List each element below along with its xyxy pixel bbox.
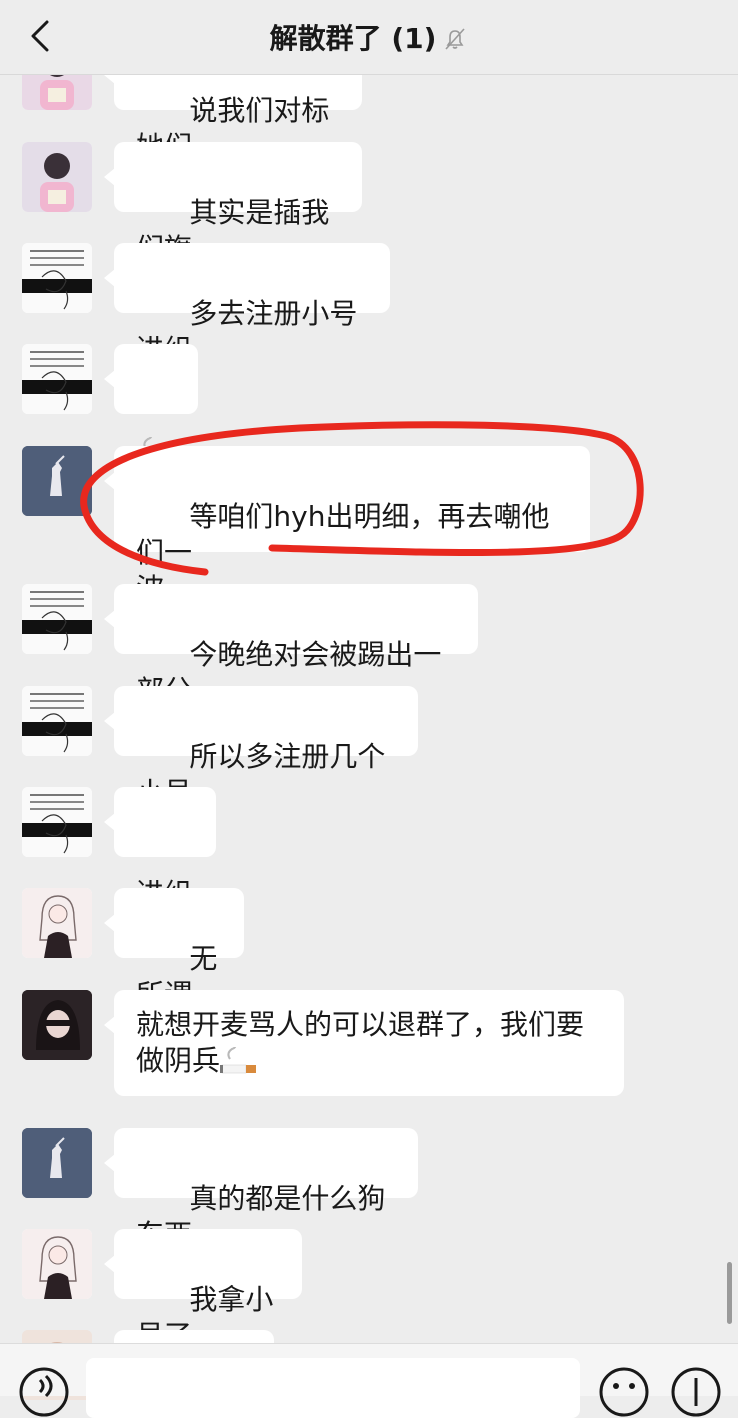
message-bubble[interactable]: 其实是插我们旗 [104, 142, 362, 265]
avatar[interactable] [22, 1128, 92, 1198]
message-bubble-highlighted[interactable]: 等咱们hyh出明细，再去嘲他们一 波， [104, 446, 590, 605]
avatar-sketch-girl-icon [22, 888, 92, 958]
avatar[interactable] [22, 1229, 92, 1299]
bell-off-icon [445, 28, 466, 50]
page-title: 解散群了 (1) [269, 22, 437, 55]
avatar-shes-someones-text-icon [22, 686, 92, 756]
avatar[interactable] [22, 686, 92, 756]
cigarette-emoji-icon [220, 1047, 257, 1074]
avatar-shes-someones-text-icon [22, 787, 92, 857]
avatar-dark-blue-figure-icon [22, 446, 92, 516]
message-bubble[interactable]: 无所谓 [104, 888, 244, 1011]
message-bubble[interactable]: 就想开麦骂人的可以退群了，我们要 做阴兵 [104, 990, 624, 1096]
smiley-icon[interactable] [598, 1366, 650, 1418]
message-input[interactable] [86, 1358, 580, 1418]
avatar[interactable] [22, 142, 92, 212]
message-bubble[interactable] [104, 344, 198, 464]
avatar-shes-someones-text-icon [22, 584, 92, 654]
avatar[interactable] [22, 888, 92, 958]
message-bubble[interactable]: 所以多注册几个小号 [104, 686, 418, 809]
voice-icon[interactable] [18, 1366, 70, 1418]
message-text: 就想开麦骂人的可以退群了，我们要 做阴兵 [136, 1008, 585, 1077]
avatar-shes-someones-text-icon [22, 344, 92, 414]
message-bubble[interactable]: 我拿小号了 [104, 1229, 302, 1352]
avatar-dark-blue-figure-icon [22, 1128, 92, 1198]
chat-header: 解散群了 (1) [0, 0, 738, 75]
chat-area: 说我们对标她们 其实是插我们旗 [0, 0, 738, 1400]
avatar[interactable] [22, 344, 92, 414]
message-bubble[interactable]: 多去注册小号进组 [104, 243, 390, 366]
avatar-shes-someones-text-icon [22, 243, 92, 313]
input-bar [0, 1343, 738, 1418]
avatar[interactable] [22, 584, 92, 654]
avatar[interactable] [22, 990, 92, 1060]
title-area: 解散群了 (1) [0, 0, 738, 74]
message-bubble[interactable]: 进组 [104, 787, 216, 910]
avatar-dark-anime-girl-icon [22, 990, 92, 1060]
avatar[interactable] [22, 243, 92, 313]
scrollbar[interactable] [727, 1262, 732, 1324]
avatar-sketch-girl-icon [22, 1229, 92, 1299]
plus-circle-icon[interactable] [670, 1366, 722, 1418]
avatar[interactable] [22, 446, 92, 516]
message-bubble[interactable]: 真的都是什么狗东西 [104, 1128, 418, 1251]
avatar[interactable] [22, 787, 92, 857]
avatar-anime-girl-pink-icon [22, 142, 92, 212]
message-bubble[interactable]: 今晚绝对会被踢出一部分 [104, 584, 478, 707]
